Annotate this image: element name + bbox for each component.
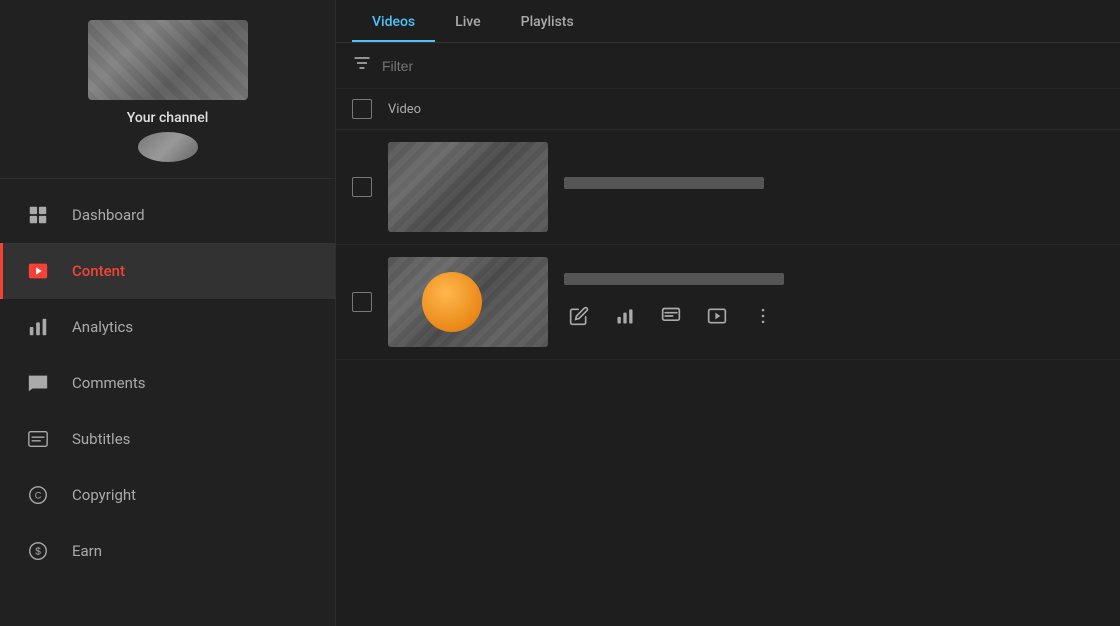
sidebar-item-label-content: Content: [72, 262, 125, 280]
video-actions: [564, 301, 1104, 331]
channel-avatar: [88, 20, 248, 100]
video-rows: [336, 130, 1120, 626]
video-title-2: [564, 273, 784, 285]
tabs-bar: Videos Live Playlists: [336, 0, 1120, 43]
filter-icon[interactable]: [352, 53, 372, 78]
sidebar-item-subtitles[interactable]: Subtitles: [0, 411, 335, 467]
channel-section: Your channel: [0, 0, 335, 179]
sidebar-item-label-comments: Comments: [72, 374, 146, 392]
play-button[interactable]: [702, 301, 732, 331]
channel-icon-small: [138, 132, 198, 162]
video-info-1: [564, 177, 1104, 197]
sidebar-item-label-copyright: Copyright: [72, 486, 136, 504]
tab-live[interactable]: Live: [435, 0, 500, 42]
header-checkbox[interactable]: [352, 99, 372, 119]
orange-circle: [422, 272, 482, 332]
dashboard-icon: [24, 201, 52, 229]
analytics-icon: [24, 313, 52, 341]
sidebar-item-dashboard[interactable]: Dashboard: [0, 187, 335, 243]
svg-text:C: C: [35, 491, 42, 501]
edit-button[interactable]: [564, 301, 594, 331]
row2-checkbox[interactable]: [352, 292, 372, 312]
comments-button[interactable]: [656, 301, 686, 331]
row1-checkbox[interactable]: [352, 177, 372, 197]
sidebar-item-content[interactable]: Content: [0, 243, 335, 299]
filter-input[interactable]: [382, 58, 1104, 74]
earn-icon: $: [24, 537, 52, 565]
more-button[interactable]: [748, 301, 778, 331]
main-content: Videos Live Playlists Video: [336, 0, 1120, 626]
sidebar: Your channel Dashboard: [0, 0, 336, 626]
sidebar-item-label-earn: Earn: [72, 542, 102, 560]
sidebar-item-label-subtitles: Subtitles: [72, 430, 130, 448]
tab-videos[interactable]: Videos: [352, 0, 435, 42]
tab-playlists[interactable]: Playlists: [501, 0, 594, 42]
content-icon: [24, 257, 52, 285]
analytics-button[interactable]: [610, 301, 640, 331]
sidebar-item-analytics[interactable]: Analytics: [0, 299, 335, 355]
sidebar-item-earn[interactable]: $ Earn: [0, 523, 335, 579]
sidebar-nav: Dashboard Content Analytics: [0, 179, 335, 626]
comments-icon: [24, 369, 52, 397]
subtitles-icon: [24, 425, 52, 453]
video-title-1: [564, 177, 764, 189]
copyright-icon: C: [24, 481, 52, 509]
sidebar-item-label-analytics: Analytics: [72, 318, 133, 336]
channel-name: Your channel: [127, 110, 209, 126]
table-row: [336, 130, 1120, 245]
sidebar-item-copyright[interactable]: C Copyright: [0, 467, 335, 523]
table-row: [336, 245, 1120, 360]
sidebar-item-comments[interactable]: Comments: [0, 355, 335, 411]
video-info-2: [564, 273, 1104, 331]
sidebar-item-label-dashboard: Dashboard: [72, 206, 145, 224]
col-header-video: Video: [388, 102, 421, 117]
video-thumbnail-2: [388, 257, 548, 347]
svg-text:$: $: [35, 547, 41, 558]
video-thumbnail-1: [388, 142, 548, 232]
filter-bar: [336, 43, 1120, 89]
video-list-header: Video: [336, 89, 1120, 130]
